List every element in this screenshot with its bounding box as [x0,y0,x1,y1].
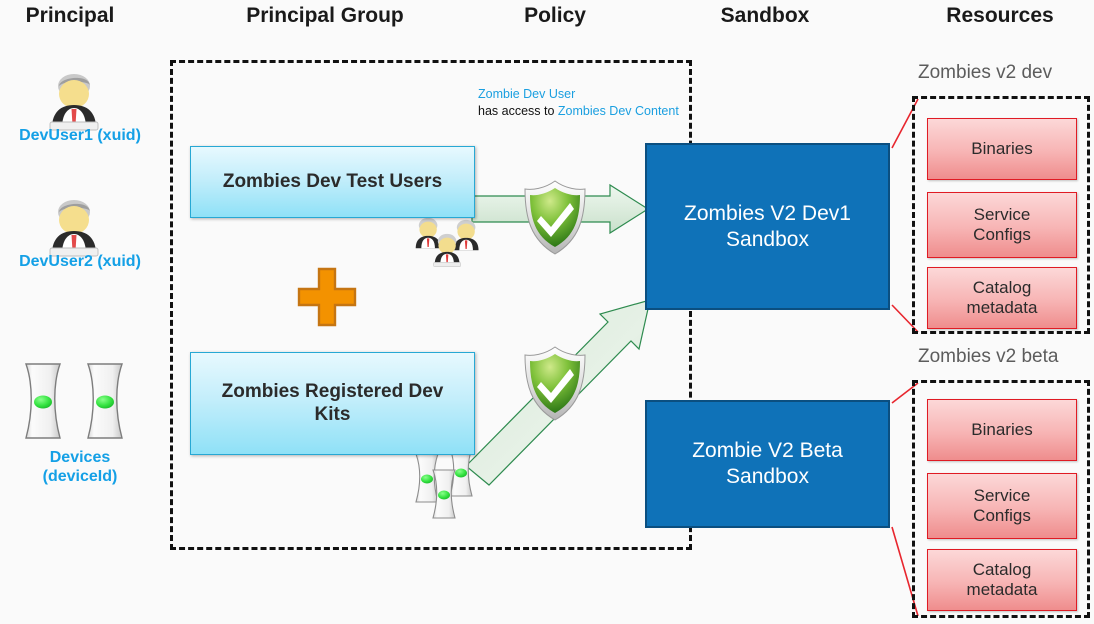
resource-group-label-zombies-v2-beta: Zombies v2 beta [918,346,1059,367]
principal-devices-label-line1: Devices [49,449,111,466]
person-icon-dev-user-2 [49,200,99,257]
group-box-zombies-registered-dev-kits[interactable]: Zombies Registered Dev Kits [190,352,475,455]
resource-catalog-metadata[interactable]: Catalog metadata [927,267,1077,329]
principal-dev-user-2: DevUser2 (xuid) [0,252,160,271]
column-header-resources: Resources [946,4,1054,27]
policy-annotation-line1: Zombie Dev User [478,87,576,101]
sandbox-zombie-v2-beta-label-line2: Sandbox [726,465,809,488]
resource-catalog-metadata-label: Catalog metadata [967,278,1038,317]
device-icon-pair [25,363,123,439]
sandbox-zombie-v2-beta[interactable]: Zombie V2 Beta Sandbox [645,400,890,528]
plus-icon [296,266,358,328]
policy-annotation-highlight: Zombies Dev Content [557,103,679,118]
resource-service-configs-label: Service Configs [973,205,1031,244]
resource-group-label-zombies-v2-dev: Zombies v2 dev [918,62,1053,83]
resource-catalog-metadata-beta-label: Catalog metadata [967,560,1038,599]
policy-annotation-line2: has access to Zombies Dev Content [478,103,679,120]
resource-catalog-metadata-label-line1: Catalog [972,278,1032,298]
diagram-canvas: Principal Principal Group Policy Sandbox… [0,0,1094,624]
principal-devices-label-line2: (deviceId) [42,467,118,485]
column-header-policy: Policy [524,4,586,27]
resource-binaries[interactable]: Binaries [927,118,1077,180]
sandbox-zombies-v2-dev1-label: Zombies V2 Dev1 Sandbox [684,201,851,252]
policy-annotation: Zombie Dev User has access to Zombies De… [478,86,679,120]
group-box-zombies-registered-dev-kits-label: Zombies Registered Dev Kits [221,380,444,425]
resource-service-configs[interactable]: Service Configs [927,192,1077,258]
resource-catalog-metadata-beta-label-line2: metadata [966,580,1038,599]
resource-catalog-metadata-beta[interactable]: Catalog metadata [927,549,1077,611]
column-header-sandbox: Sandbox [720,4,810,27]
principal-dev-user-1-label: DevUser1 (xuid) [19,127,141,144]
resource-binaries-beta[interactable]: Binaries [927,399,1077,461]
principal-dev-user-1: DevUser1 (xuid) [0,126,160,145]
resource-catalog-metadata-beta-label-line1: Catalog [972,560,1032,580]
principal-dev-user-2-label: DevUser2 (xuid) [19,253,141,270]
policy-annotation-prefix: has access to [478,103,558,118]
sandbox-zombie-v2-beta-label-line1: Zombie V2 Beta [692,439,843,463]
resource-service-configs-beta-label: Service Configs [973,486,1031,525]
sandbox-zombie-v2-beta-label: Zombie V2 Beta Sandbox [692,438,843,489]
person-icon-dev-user-1 [49,74,99,131]
sandbox-zombies-v2-dev1[interactable]: Zombies V2 Dev1 Sandbox [645,143,890,310]
principal-devices: Devices (deviceId) [0,448,160,486]
resource-service-configs-label-line1: Service [973,205,1031,225]
resource-service-configs-beta-label-line2: Configs [973,506,1031,525]
group-box-zombies-dev-test-users[interactable]: Zombies Dev Test Users [190,146,475,218]
group-box-zombies-dev-test-users-label: Zombies Dev Test Users [222,170,443,192]
resource-service-configs-label-line2: Configs [973,225,1031,244]
resource-catalog-metadata-label-line2: metadata [966,298,1038,317]
plus-icon-glyph [297,267,357,327]
resource-binaries-beta-label: Binaries [971,420,1033,440]
column-header-principal-group: Principal Group [246,4,404,27]
resource-service-configs-beta-label-line1: Service [973,486,1031,506]
principal-group-container [170,60,692,550]
sandbox-zombies-v2-dev1-label-line2: Sandbox [726,227,809,251]
resource-service-configs-beta[interactable]: Service Configs [927,473,1077,539]
resource-binaries-label: Binaries [971,139,1033,159]
sandbox-zombies-v2-dev1-label-line1: Zombies V2 Dev1 [684,201,851,225]
column-header-principal: Principal [25,4,115,27]
